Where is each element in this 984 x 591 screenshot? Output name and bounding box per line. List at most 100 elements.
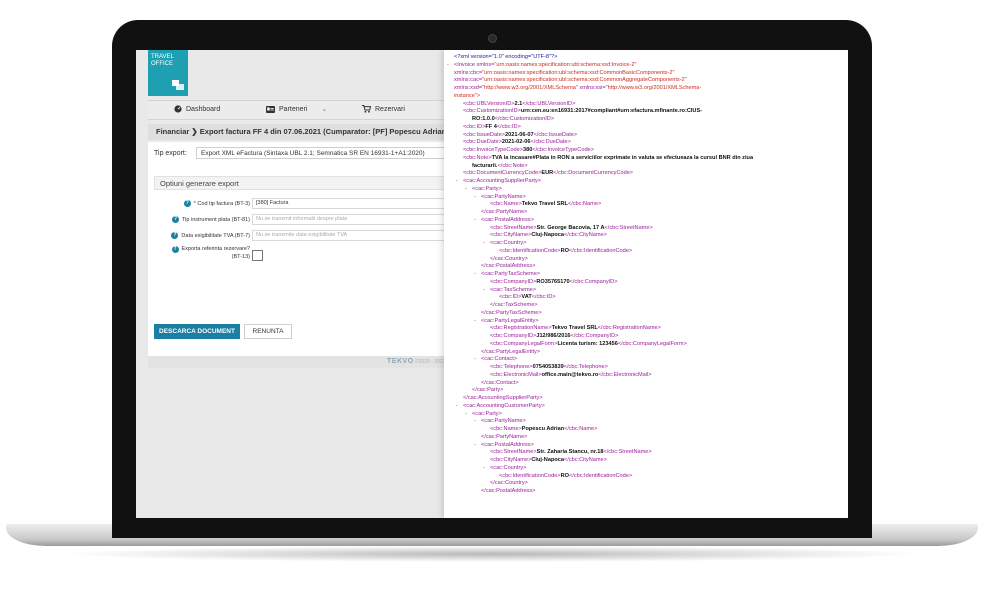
xml-collapse-toggle[interactable]: - [474,442,476,450]
laptop-screen: TRAVEL OFFICE Dashboard Parteneri ⌄ Reze… [136,50,848,518]
xml-collapse-toggle[interactable]: - [456,403,458,411]
xml-line: </cac:Party> [444,387,848,395]
xml-line: RO:1.0.0</cbc:CustomizationID> [444,116,848,124]
xml-text-value: 2021-06-07 [504,131,534,138]
field-row-payment-instrument: ? Tip instrument plata (BT-81) [154,216,250,223]
xml-line: xmlns:cbc="urn:oasis:names:specification… [444,70,848,78]
xml-end-tag: </cbc:CompanyLegalForm> [617,340,687,347]
field-row-export-reference: ? Exporta referinta rezervare? (BT-13) [154,246,250,260]
xml-collapse-toggle[interactable]: - [483,287,485,295]
xml-line: <cbc:ID>FF 4</cbc:ID> [444,124,848,132]
download-document-button[interactable]: DESCARCA DOCUMENT [154,324,240,339]
xml-line: </cac:PartyTaxScheme> [444,310,848,318]
xml-text-value: Str. George Bacovia, 17 A [536,224,605,231]
cancel-button[interactable]: RENUNTA [244,324,292,339]
logo-line2: OFFICE [151,61,173,67]
xml-line: </cac:PartyName> [444,209,848,217]
xml-tag: </cac:Party> [472,387,504,394]
xml-line: <cbc:ID>VAT</cbc:ID> [444,294,848,302]
xml-tag: </cac:Contact> [481,379,519,386]
xml-text-value: 0754053839 [532,364,564,370]
xml-end-tag: </cbc:InvoiceTypeCode> [532,147,594,153]
xml-end-tag: </cbc:ID> [496,123,521,130]
xml-line: <cbc:UBLVersionID>2.1</cbc:UBLVersionID> [444,101,848,109]
xml-collapse-toggle[interactable]: - [474,356,476,364]
xml-line: <cbc:DueDate>2021-02-06</cbc:DueDate> [444,139,848,147]
help-icon[interactable]: ? [171,246,179,253]
xml-line: - <cac:PartyName> [444,418,848,426]
field-label: * Cod tip factura (BT-3) [193,200,250,207]
payment-instrument-select[interactable]: Nu se transmit informatii despre plata [252,214,450,225]
nav-dashboard[interactable]: Dashboard [174,105,220,113]
help-icon[interactable]: ? [172,216,180,223]
xml-tag: <cac:PartyName> [481,193,526,200]
xml-line: <cbc:Name>Tekvo Travel SRL</cbc:Name> [444,201,848,209]
xml-tag: </cac:AccountingSupplierParty> [463,395,543,401]
xml-tag: <cbc:ID> [499,294,522,301]
xml-tag: xmlns:cbc= [454,69,483,76]
xml-line: - <cac:Party> [444,186,848,194]
xml-line: <cbc:DocumentCurrencyCode>EUR</cbc:Docum… [444,170,848,178]
nav-parteneri[interactable]: Parteneri ⌄ [266,105,327,113]
xml-tag: xmlns:cac= [454,77,483,84]
xml-text-value: EUR [541,170,554,177]
xml-line: - <cac:Country> [444,465,848,473]
xml-end-tag: </cbc:CityName> [564,232,607,239]
xml-text-value: TVA la incasare#Plata in RON a serviciil… [491,154,754,161]
xml-tag: <cbc:CompanyID> [490,278,537,285]
xml-collapse-toggle[interactable]: - [483,240,485,248]
export-reference-checkbox[interactable] [252,250,263,261]
xml-line: <cbc:CityName>Cluj-Napoca</cbc:CityName> [444,457,848,465]
xml-tag: <cbc:Name> [490,426,522,432]
xml-attr-value: instance"> [454,92,481,99]
xml-tag: <cac:TaxScheme> [490,286,537,293]
xml-tag: <cac:PartyLegalEntity> [481,317,539,324]
xml-collapse-toggle[interactable]: - [474,318,476,326]
xml-text-value: RO [560,472,569,479]
xml-tag: </cac:PartyLegalEntity> [481,348,541,355]
xml-text-value: Tekvo Travel SRL [551,325,598,332]
xml-tag: <cbc:CompanyID> [490,333,537,339]
xml-line: </cac:Contact> [444,380,848,388]
xml-attr-value: "http://www.w3.org/2001/XMLSchema- [605,85,702,91]
tip-export-select[interactable]: Export XML eFactura (Sintaxa UBL 2.1; Se… [196,147,456,159]
xml-collapse-toggle[interactable]: - [456,178,458,186]
xml-collapse-toggle[interactable]: - [465,411,467,419]
invoice-type-select[interactable]: [380] Factura [252,198,450,209]
help-icon[interactable]: ? [183,200,191,207]
xml-tag: <Invoice xmlns= [454,61,495,68]
xml-line: </cac:PartyName> [444,434,848,442]
xml-tag: <cbc:ElectronicMail> [490,371,542,378]
xml-end-tag: </cbc:Telephone> [563,364,608,370]
xml-collapse-toggle[interactable]: - [483,465,485,473]
xml-tag: <cac:Contact> [481,356,518,363]
xml-collapse-toggle[interactable]: - [447,62,449,70]
xml-line: <cbc:IssueDate>2021-06-07</cbc:IssueDate… [444,132,848,140]
xml-collapse-toggle[interactable]: - [474,194,476,202]
xml-tag: xmlns:xsi= [577,85,606,91]
xml-collapse-toggle[interactable]: - [474,217,476,225]
xml-tag: <cac:PostalAddress> [481,441,534,448]
help-icon[interactable]: ? [171,232,179,239]
xml-line: <cbc:CompanyID>RO35765170</cbc:CompanyID… [444,279,848,287]
xml-tag: <cbc:CityName> [490,457,532,463]
xml-tag: </cac:PartyName> [481,209,528,215]
nav-rezervari[interactable]: Rezervari [362,105,405,113]
xml-tag: <?xml version="1.0" encoding="UTF-8"?> [454,54,558,60]
tip-export-row: Tip export: Export XML eFactura (Sintaxa… [154,147,456,159]
vat-date-select[interactable]: Nu se transmite data exigibilitate TVA [252,230,450,241]
xml-collapse-toggle[interactable]: - [474,418,476,426]
travel-office-app: TRAVEL OFFICE Dashboard Parteneri ⌄ Reze… [136,50,456,518]
xml-tag: <cbc:IdentificationCode> [499,247,561,254]
xml-collapse-toggle[interactable]: - [465,186,467,194]
tip-export-label: Tip export: [154,150,187,157]
travel-office-logo[interactable]: TRAVEL OFFICE [148,50,188,96]
xml-line: facturarii.</cbc:Note> [444,163,848,171]
xml-text-value: 380 [523,147,533,153]
xml-attr-value: "urn:oasis:names:specification:ubl:schem… [494,61,637,68]
xml-collapse-toggle[interactable]: - [474,271,476,279]
logo-line1: TRAVEL [151,54,174,60]
xml-line: - <cac:PartyLegalEntity> [444,318,848,326]
xml-document-viewer[interactable]: <?xml version="1.0" encoding="UTF-8"?> - <… [444,50,848,518]
xml-line: - <cac:TaxScheme> [444,287,848,295]
